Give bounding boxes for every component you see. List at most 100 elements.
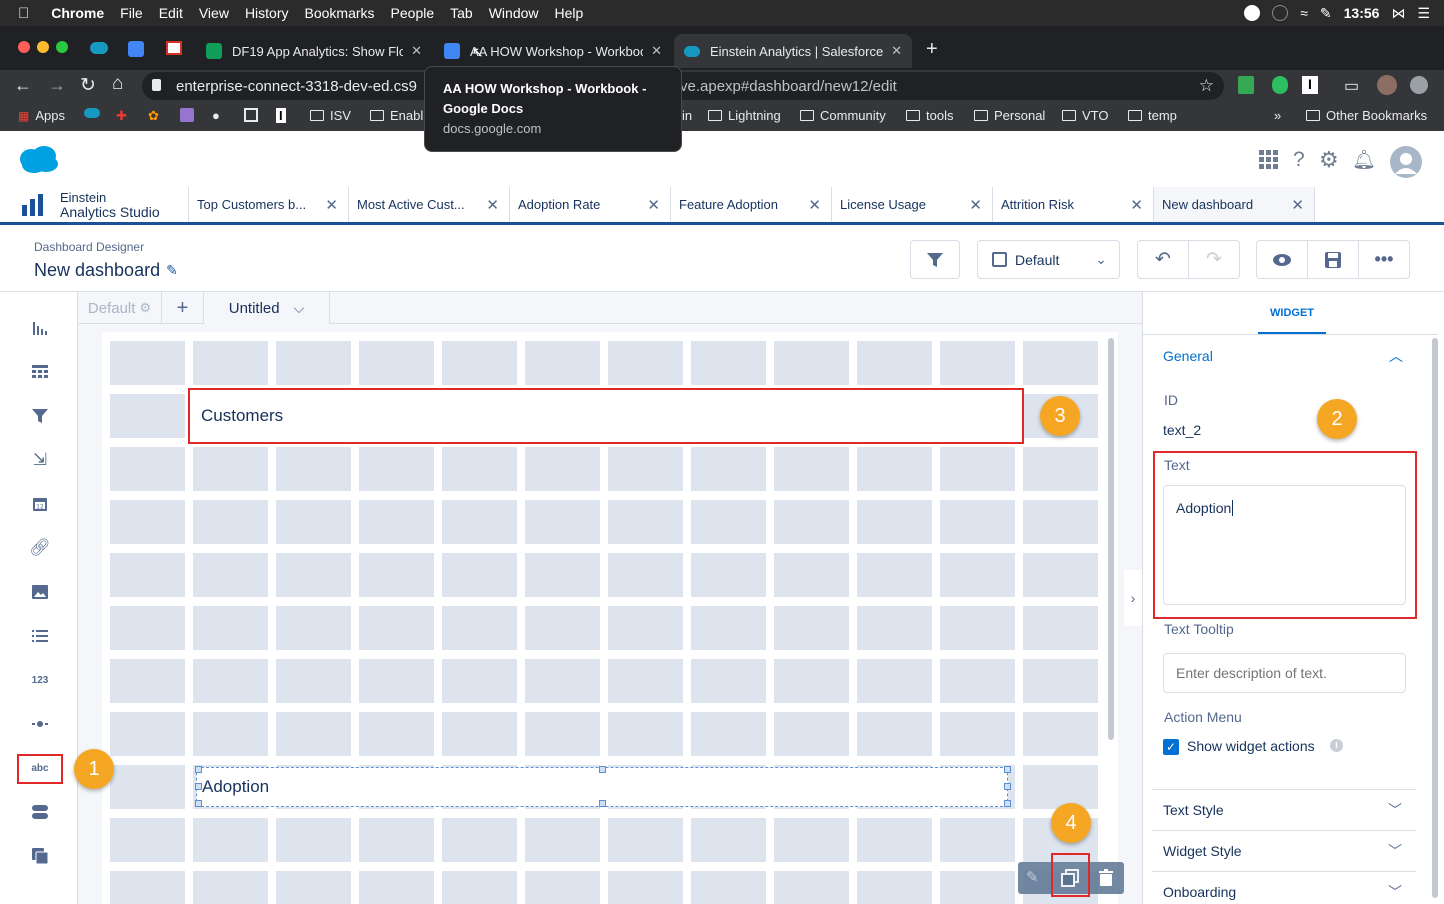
bookmark-vto[interactable]: VTO — [1062, 108, 1109, 123]
bookmark-isv[interactable]: ISV — [310, 108, 351, 123]
close-icon[interactable]: ✕ — [1291, 196, 1304, 214]
bookmark-instapaper[interactable]: I — [276, 108, 286, 123]
number-widget-icon[interactable]: 123 — [28, 668, 52, 692]
redo-button[interactable]: ↷ — [1188, 240, 1240, 279]
menu-help[interactable]: Help — [547, 5, 592, 21]
lock-icon[interactable] — [152, 79, 161, 91]
layout-select[interactable]: Default ⌄ — [977, 240, 1120, 279]
container-widget-icon[interactable] — [28, 800, 52, 824]
bookmark-trello[interactable] — [244, 108, 258, 122]
delete-widget-icon[interactable] — [1098, 869, 1114, 887]
menu-people[interactable]: People — [383, 5, 443, 21]
menu-file[interactable]: File — [112, 5, 151, 21]
extension-icon[interactable] — [1238, 76, 1254, 94]
resize-handle[interactable] — [1004, 766, 1011, 773]
close-icon[interactable]: ✕ — [486, 196, 499, 214]
table-widget-icon[interactable] — [28, 360, 52, 384]
bookmark-lightning[interactable]: Lightning — [708, 108, 781, 123]
pencil-icon[interactable]: ✎ — [166, 262, 178, 279]
tab-widget[interactable]: WIDGET — [1258, 300, 1326, 334]
tab-top-customers[interactable]: Top Customers b... ✕ — [188, 187, 349, 222]
bookmarks-more-button[interactable]: » — [1274, 108, 1281, 123]
bookmark-star-icon[interactable]: ☆ — [1199, 76, 1214, 96]
wifi-icon[interactable]: ≈ — [1300, 5, 1308, 21]
menu-view[interactable]: View — [191, 5, 237, 21]
bookmark-salesforce[interactable] — [84, 108, 100, 118]
bookmark-community[interactable]: Community — [800, 108, 886, 123]
address-bar[interactable]: enterprise-connect-3318-dev-ed.cs9 ve.ap… — [142, 72, 1224, 100]
menu-window[interactable]: Window — [481, 5, 547, 21]
profile-avatar[interactable] — [1377, 75, 1397, 95]
zoom-window-icon[interactable] — [56, 41, 68, 53]
notes-icon[interactable]: ✎ — [1320, 5, 1332, 22]
range-widget-icon[interactable] — [28, 712, 52, 736]
bell-icon[interactable]: 🔔︎ — [1352, 148, 1376, 172]
gear-icon[interactable]: ⚙ — [139, 300, 151, 316]
chart-widget-icon[interactable] — [28, 316, 52, 340]
panel-scrollbar[interactable] — [1432, 338, 1438, 898]
resize-handle[interactable] — [195, 783, 202, 790]
close-icon[interactable]: ✕ — [325, 196, 338, 214]
apple-icon[interactable]:  — [0, 5, 43, 22]
preview-button[interactable] — [1256, 240, 1308, 279]
tab-adoption-rate[interactable]: Adoption Rate ✕ — [510, 187, 671, 222]
app-launcher-icon[interactable] — [1259, 150, 1279, 176]
close-tab-icon[interactable]: ✕ — [651, 43, 662, 59]
save-button[interactable] — [1307, 240, 1359, 279]
resize-handle[interactable] — [1004, 783, 1011, 790]
show-widget-actions-checkbox[interactable]: ✓ — [1163, 739, 1179, 755]
chevron-up-icon[interactable]: ︿ — [1389, 346, 1403, 366]
layer-widget-icon[interactable] — [28, 844, 52, 868]
resize-handle[interactable] — [599, 800, 606, 807]
filter-widget-icon[interactable] — [28, 404, 52, 428]
breadcrumb[interactable]: Dashboard Designer — [34, 240, 144, 254]
filter-button[interactable] — [910, 240, 960, 279]
new-tab-button[interactable]: + — [926, 38, 938, 61]
resize-handle[interactable] — [599, 766, 606, 773]
bookmark-orange[interactable]: ✿ — [148, 108, 159, 124]
menu-history[interactable]: History — [237, 5, 297, 21]
resize-handle[interactable] — [1004, 800, 1011, 807]
clock-status-icon[interactable] — [1272, 5, 1289, 21]
status-icon[interactable] — [1244, 5, 1261, 21]
image-widget-icon[interactable] — [28, 580, 52, 604]
bookmark-other[interactable]: Other Bookmarks — [1306, 108, 1427, 123]
tab-new-dashboard[interactable]: New dashboard ✕ — [1154, 187, 1315, 222]
menu-tab[interactable]: Tab — [442, 5, 481, 21]
bowtie-icon[interactable]: ⋈ — [1391, 5, 1405, 22]
page-tab-untitled[interactable]: Untitled ⌵ — [204, 292, 330, 325]
date-widget-icon[interactable]: 12 — [28, 492, 52, 516]
link-widget-icon[interactable]: 🔗︎ — [28, 536, 52, 560]
toggle-widget-icon[interactable]: ⇲ — [28, 448, 52, 472]
resize-handle[interactable] — [195, 800, 202, 807]
default-layout-tab[interactable]: Default ⚙ — [78, 292, 162, 324]
resize-handle[interactable] — [195, 766, 202, 773]
salesforce-logo-icon[interactable] — [18, 145, 60, 173]
list-widget-icon[interactable] — [28, 624, 52, 648]
onboarding-section[interactable]: Onboarding ﹀ — [1152, 871, 1416, 904]
instapaper-icon[interactable]: I — [1302, 76, 1318, 94]
edit-widget-icon[interactable]: ✎ — [1026, 868, 1039, 886]
menu-app[interactable]: Chrome — [43, 5, 112, 21]
menu-list-icon[interactable]: ☰ — [1417, 5, 1430, 22]
cast-icon[interactable]: ▭ — [1344, 76, 1359, 96]
menu-bookmarks[interactable]: Bookmarks — [297, 5, 383, 21]
bookmark-red-cross[interactable]: ✚ — [116, 108, 127, 124]
evernote-icon[interactable] — [1272, 76, 1288, 94]
more-actions-button[interactable]: ••• — [1358, 240, 1410, 279]
home-icon[interactable]: ⌂ — [112, 73, 123, 95]
close-icon[interactable]: ✕ — [969, 196, 982, 214]
clock-text[interactable]: 13:56 — [1344, 5, 1380, 21]
reload-icon[interactable]: ↻ — [80, 74, 96, 97]
back-icon[interactable]: ← — [14, 75, 32, 96]
close-tab-icon[interactable]: ✕ — [411, 43, 422, 59]
add-page-button[interactable]: + — [162, 292, 204, 324]
close-icon[interactable]: ✕ — [647, 196, 660, 214]
collapse-panel-toggle[interactable]: › — [1124, 570, 1142, 626]
bookmark-personal[interactable]: Personal — [974, 108, 1045, 123]
calendar-pinned-tab-icon[interactable] — [128, 41, 144, 57]
tab-feature-adoption[interactable]: Feature Adoption ✕ — [671, 187, 832, 222]
bookmark-github[interactable]: ● — [212, 108, 220, 123]
tab-most-active[interactable]: Most Active Cust... ✕ — [349, 187, 510, 222]
update-icon[interactable] — [1410, 76, 1428, 94]
